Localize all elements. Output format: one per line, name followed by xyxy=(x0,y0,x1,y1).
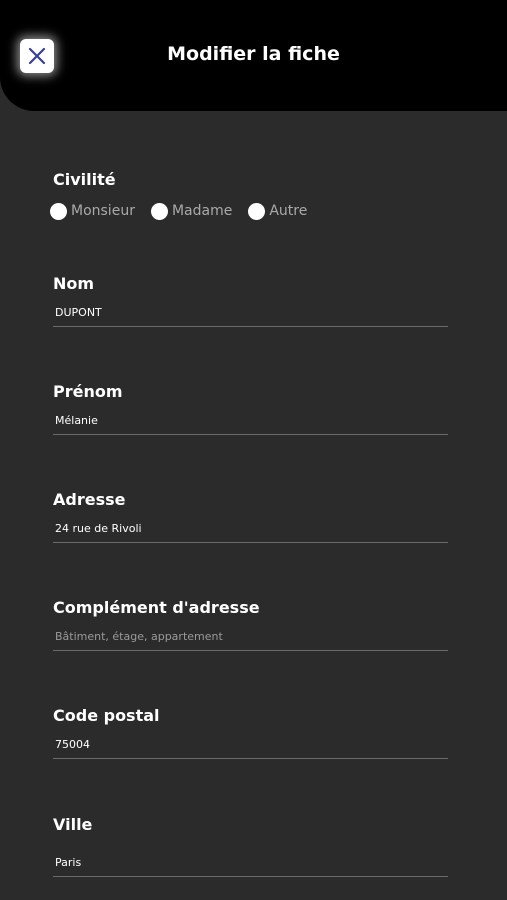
prenom-label: Prénom xyxy=(53,382,123,401)
radio-label-autre: Autre xyxy=(269,203,308,219)
page-title: Modifier la fiche xyxy=(167,43,340,65)
ville-label: Ville xyxy=(53,815,93,834)
adresse-field-wrapper xyxy=(53,517,448,543)
radio-monsieur[interactable]: Monsieur xyxy=(50,202,135,220)
radio-label-madame: Madame xyxy=(171,203,233,219)
complement-field-wrapper xyxy=(53,625,448,651)
nom-field-wrapper xyxy=(53,301,448,327)
radio-button[interactable] xyxy=(248,202,266,220)
complement-input[interactable] xyxy=(53,625,448,648)
radio-madame[interactable]: Madame xyxy=(150,202,233,220)
civilite-label: Civilité xyxy=(53,170,116,189)
ville-input[interactable] xyxy=(53,851,448,874)
nom-label: Nom xyxy=(53,274,95,293)
code-postal-input[interactable] xyxy=(53,733,448,756)
adresse-label: Adresse xyxy=(53,490,126,509)
nom-input[interactable] xyxy=(53,301,448,324)
code-postal-label: Code postal xyxy=(53,706,160,725)
radio-button[interactable] xyxy=(50,202,67,220)
prenom-input[interactable] xyxy=(53,409,448,432)
header-bar: Modifier la fiche xyxy=(0,0,507,111)
code-postal-field-wrapper xyxy=(53,733,448,759)
civilite-radio-group: Monsieur Madame Autre xyxy=(50,199,323,223)
ville-field-wrapper xyxy=(53,851,448,877)
prenom-field-wrapper xyxy=(53,409,448,435)
radio-label-monsieur: Monsieur xyxy=(71,203,135,219)
complement-label: Complément d'adresse xyxy=(53,598,260,617)
adresse-input[interactable] xyxy=(53,517,448,540)
radio-autre[interactable]: Autre xyxy=(248,202,308,220)
radio-button[interactable] xyxy=(150,202,168,220)
